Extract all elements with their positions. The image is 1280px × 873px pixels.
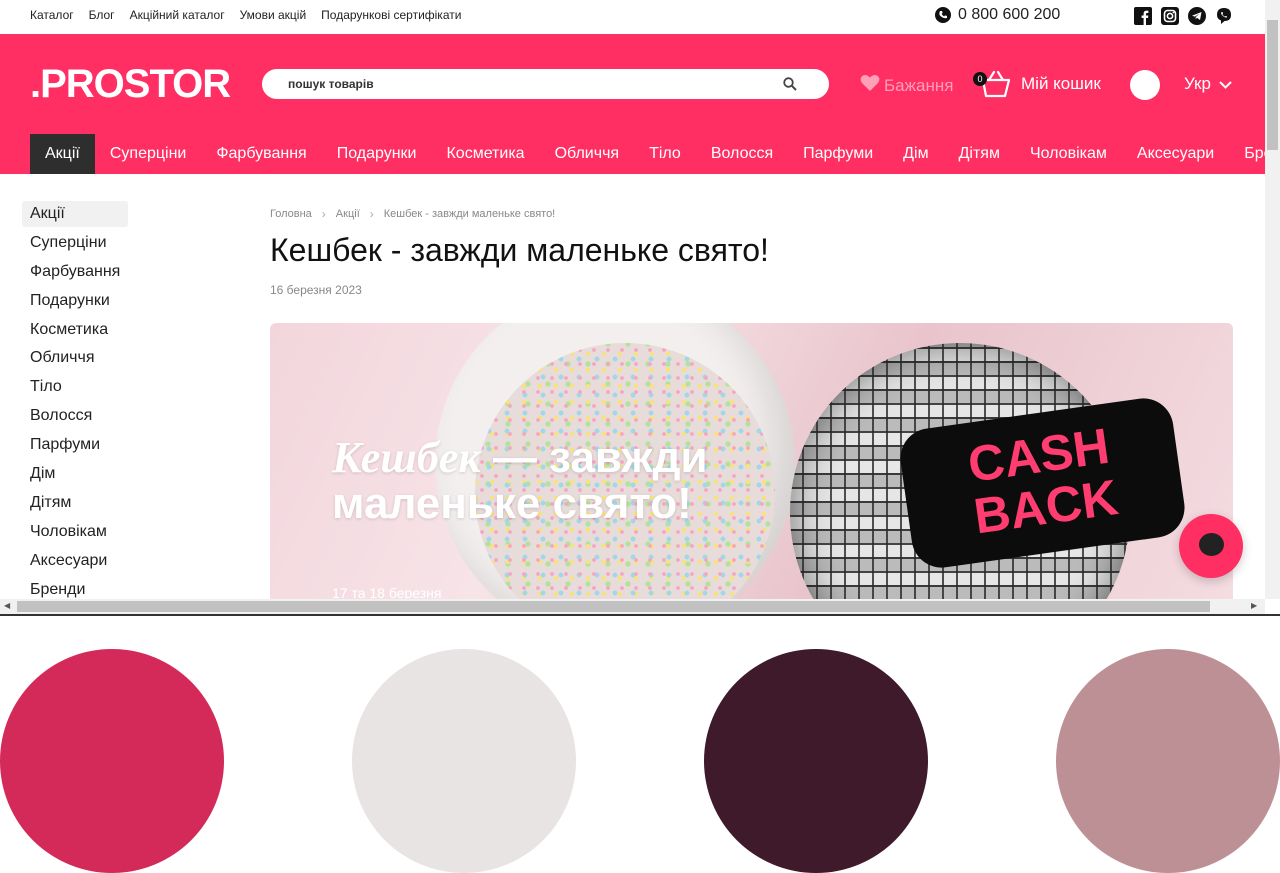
nav-item-accessories[interactable]: Аксесуари [1122,134,1229,174]
cart-label: Мій кошик [1021,74,1101,93]
phone-icon [935,7,951,23]
banner-headline-italic: Кешбек [332,433,481,482]
sidebar-item-coloring[interactable]: Фарбування [22,259,128,285]
wishlist-label: Бажання [884,75,954,95]
phone-number[interactable]: 0 800 600 200 [935,6,1060,24]
browser-viewport: Каталог Блог Акційний каталог Умови акці… [0,0,1280,615]
sidebar-menu: Акції Суперціни Фарбування Подарунки Кос… [22,201,129,605]
breadcrumb: Головна › Акції › Кешбек - завжди малень… [270,207,555,221]
nav-item-men[interactable]: Чоловікам [1015,134,1122,174]
sidebar-item-perfume[interactable]: Парфуми [22,432,128,458]
instagram-icon[interactable] [1161,7,1179,25]
divider [0,614,1280,616]
sidebar-item-men[interactable]: Чоловікам [22,519,128,545]
article-date: 16 березня 2023 [270,283,362,297]
chat-widget-button[interactable] [1179,514,1243,578]
viber-icon[interactable] [1215,7,1233,25]
top-link-blog[interactable]: Блог [89,8,115,22]
color-palette [0,649,1280,873]
account-avatar[interactable] [1130,70,1160,100]
search-icon[interactable] [783,77,797,96]
sidebar-item-face[interactable]: Обличчя [22,345,128,371]
telegram-icon[interactable] [1188,7,1206,25]
chevron-right-icon: › [369,207,374,221]
chevron-down-icon [1219,74,1232,94]
social-links [1134,7,1233,25]
sidebar-item-cosmetics[interactable]: Косметика [22,317,128,343]
banner-headline-rest: — завжди [480,433,708,482]
banner-headline: Кешбек — завжди маленьке свято! [332,435,708,527]
site-logo[interactable]: .PROSTOR [30,62,231,107]
page-title: Кешбек - завжди маленьке свято! [270,232,769,268]
nav-item-home[interactable]: Дім [888,134,943,174]
sidebar-item-gifts[interactable]: Подарунки [22,288,128,314]
palette-swatch-1 [0,649,224,873]
promo-banner: Кешбек — завжди маленьке свято! CASH BAC… [270,323,1233,615]
language-selector[interactable]: Укр [1184,74,1232,94]
sidebar-item-kids[interactable]: Дітям [22,490,128,516]
breadcrumb-promo[interactable]: Акції [336,208,360,220]
chat-bubble-icon [1199,533,1224,556]
top-link-gift-cards[interactable]: Подарункові сертифікати [321,8,461,22]
category-nav: Акції Суперціни Фарбування Подарунки Кос… [30,134,1280,174]
nav-item-coloring[interactable]: Фарбування [201,134,321,174]
top-bar: Каталог Блог Акційний каталог Умови акці… [0,0,1265,34]
breadcrumb-home[interactable]: Головна [270,208,312,220]
cart-count-badge: 0 [973,72,987,86]
basket-icon: 0 [973,70,1011,98]
sidebar-item-superprices[interactable]: Суперціни [22,230,128,256]
palette-swatch-2 [352,649,576,873]
phone-text: 0 800 600 200 [958,6,1061,23]
banner-headline-line2: маленьке свято! [332,479,692,528]
palette-swatch-3 [704,649,928,873]
sidebar-item-home[interactable]: Дім [22,461,128,487]
horizontal-scrollbar[interactable]: ◀ ▶ [0,599,1265,614]
nav-item-promo[interactable]: Акції [30,134,95,174]
palette-swatch-4 [1056,649,1280,873]
nav-item-perfume[interactable]: Парфуми [788,134,888,174]
search-box[interactable] [262,69,829,99]
top-link-promo-terms[interactable]: Умови акцій [240,8,307,22]
nav-item-gifts[interactable]: Подарунки [322,134,432,174]
nav-item-face[interactable]: Обличчя [540,134,635,174]
wishlist-link[interactable]: Бажання [860,74,953,97]
top-link-catalog[interactable]: Каталог [30,8,74,22]
search-input[interactable] [288,77,768,91]
heart-icon [860,74,880,97]
nav-item-cosmetics[interactable]: Косметика [431,134,539,174]
cart-link[interactable]: 0 Мій кошик [973,70,1101,98]
horizontal-scrollbar-thumb[interactable] [17,601,1210,612]
vertical-scrollbar-thumb[interactable] [1267,20,1278,150]
scroll-left-icon[interactable]: ◀ [4,601,10,610]
sidebar-item-hair[interactable]: Волосся [22,403,128,429]
top-links: Каталог Блог Акційний каталог Умови акці… [30,8,476,22]
sidebar-item-promo[interactable]: Акції [22,201,129,227]
site-header: .PROSTOR Бажання 0 Мій кошик Укр [0,34,1280,174]
nav-item-hair[interactable]: Волосся [696,134,788,174]
vertical-scrollbar[interactable] [1265,0,1280,599]
language-label: Укр [1184,74,1211,93]
nav-item-kids[interactable]: Дітям [944,134,1015,174]
chevron-right-icon: › [321,207,326,221]
facebook-icon[interactable] [1134,7,1152,25]
nav-item-body[interactable]: Тіло [634,134,696,174]
nav-item-superprices[interactable]: Суперціни [95,134,202,174]
breadcrumb-current: Кешбек - завжди маленьке свято! [383,208,556,220]
top-link-promo-catalog[interactable]: Акційний каталог [130,8,225,22]
sidebar-item-body[interactable]: Тіло [22,374,128,400]
scroll-right-icon[interactable]: ▶ [1251,601,1257,610]
sidebar-item-accessories[interactable]: Аксесуари [22,548,128,574]
